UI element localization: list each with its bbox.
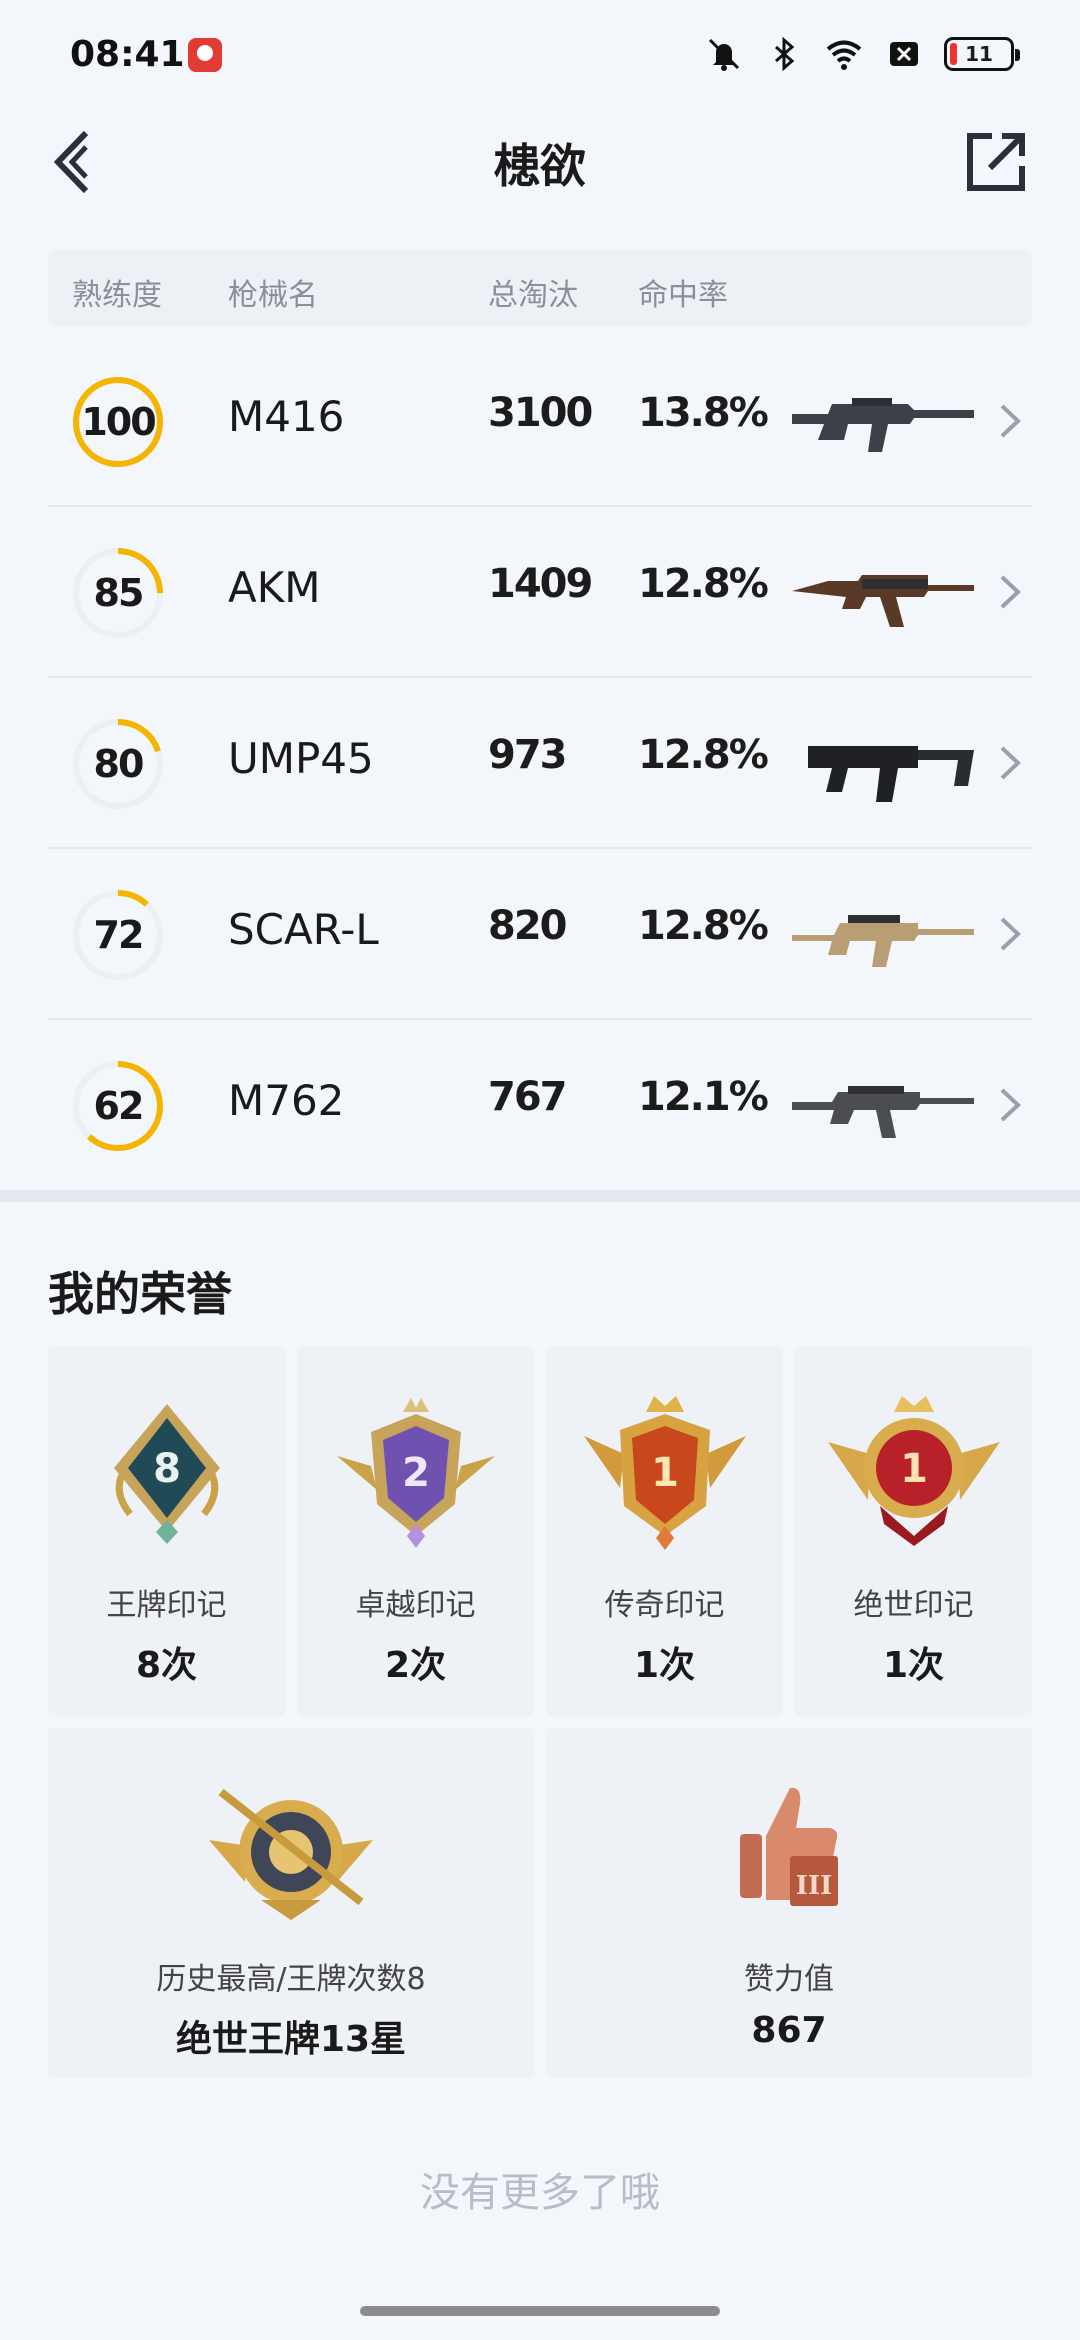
thumbs-up-icon: III bbox=[740, 1787, 838, 1906]
table-header: 熟练度 枪械名 总淘汰 命中率 bbox=[48, 250, 1032, 326]
honor-label: 传奇印记 bbox=[604, 1588, 725, 1623]
col-gun-name: 枪械名 bbox=[228, 278, 318, 313]
weapon-list: 100 M416 3100 13.8% 85 AKM 1409 12.8% 80 UMP45 973… bbox=[48, 336, 1032, 1191]
m762-rifle-image bbox=[792, 1086, 974, 1138]
total-kills: 3100 bbox=[488, 390, 593, 436]
ace-badge-icon: 8 bbox=[113, 1404, 220, 1544]
legend-badge-icon: 1 bbox=[583, 1396, 746, 1550]
gun-name: M762 bbox=[228, 1076, 345, 1125]
col-accuracy: 命中率 bbox=[638, 278, 728, 313]
honor-label: 绝世印记 bbox=[853, 1588, 974, 1623]
chevron-right-icon bbox=[1000, 404, 1021, 438]
section-divider bbox=[0, 1190, 1080, 1202]
accuracy: 12.8% bbox=[638, 732, 769, 778]
likes-label: 赞力值 bbox=[744, 1962, 834, 1997]
excellence-badge-number: 2 bbox=[402, 1450, 430, 1496]
no-more-text: 没有更多了哦 bbox=[420, 2170, 660, 2216]
accuracy: 12.8% bbox=[638, 561, 769, 607]
peerless-badge-number: 1 bbox=[900, 1446, 928, 1492]
chevron-right-icon bbox=[1000, 917, 1021, 951]
honor-card-legend[interactable]: 1 传奇印记 1次 bbox=[546, 1346, 783, 1716]
honor-count: 1次 bbox=[882, 1645, 945, 1686]
proficiency-value: 72 bbox=[93, 913, 145, 957]
page-title: 槵欲 bbox=[494, 139, 586, 193]
highest-rank-value: 绝世王牌13星 bbox=[175, 2019, 407, 2060]
honor-card-excellence[interactable]: 2 卓越印记 2次 bbox=[297, 1346, 534, 1716]
chevron-right-icon bbox=[1000, 746, 1021, 780]
weapon-row[interactable]: 85 AKM 1409 12.8% bbox=[48, 507, 1032, 678]
peerless-badge-icon: 1 bbox=[827, 1396, 1000, 1546]
honor-count: 8次 bbox=[135, 1645, 198, 1686]
honor-summary: 历史最高/王牌次数8 绝世王牌13星 III 赞力值 867 bbox=[48, 1728, 1032, 2078]
col-total-kills: 总淘汰 bbox=[488, 278, 578, 313]
likes-roman-numeral: III bbox=[796, 1871, 833, 1901]
akm-rifle-image bbox=[792, 575, 974, 627]
total-kills: 767 bbox=[488, 1074, 567, 1120]
header: 槵欲 bbox=[0, 110, 1080, 210]
gun-name: M416 bbox=[228, 392, 345, 441]
status-bar: 08:41 11 bbox=[0, 0, 1080, 110]
honor-card-ace[interactable]: 8 王牌印记 8次 bbox=[48, 1346, 285, 1716]
honor-badges: 8 王牌印记 8次 2 卓越印记 2次 1 传奇印记 1次 1 绝世印记 1次 bbox=[48, 1346, 1032, 1716]
rank-crest-icon bbox=[209, 1788, 373, 1920]
ump45-smg-image bbox=[808, 746, 974, 802]
total-kills: 1409 bbox=[488, 561, 593, 607]
honor-label: 卓越印记 bbox=[355, 1588, 476, 1623]
highest-rank-card[interactable]: 历史最高/王牌次数8 绝世王牌13星 bbox=[48, 1728, 534, 2078]
share-external-icon bbox=[967, 133, 1025, 191]
app-icon bbox=[188, 38, 222, 72]
weapon-row[interactable]: 62 M762 767 12.1% bbox=[48, 1020, 1032, 1191]
honors-title: 我的荣誉 bbox=[48, 1267, 232, 1321]
col-proficiency: 熟练度 bbox=[72, 278, 162, 313]
share-button[interactable] bbox=[956, 122, 1036, 202]
bluetooth-icon bbox=[775, 36, 795, 72]
chevron-right-icon bbox=[1000, 1088, 1021, 1122]
honor-count: 2次 bbox=[384, 1645, 447, 1686]
accuracy: 13.8% bbox=[638, 390, 769, 436]
wifi-icon bbox=[826, 40, 862, 70]
honor-label: 王牌印记 bbox=[106, 1588, 227, 1623]
proficiency-value: 80 bbox=[93, 742, 145, 786]
honor-card-peerless[interactable]: 1 绝世印记 1次 bbox=[795, 1346, 1032, 1716]
likes-card[interactable]: III 赞力值 867 bbox=[546, 1728, 1032, 2078]
honor-count: 1次 bbox=[633, 1645, 696, 1686]
weapon-row[interactable]: 100 M416 3100 13.8% bbox=[48, 336, 1032, 507]
status-icons: 11 bbox=[704, 30, 1020, 78]
accuracy: 12.1% bbox=[638, 1074, 769, 1120]
mute-icon bbox=[708, 38, 740, 71]
close-box-icon bbox=[890, 42, 918, 66]
proficiency-value: 100 bbox=[81, 400, 156, 444]
total-kills: 820 bbox=[488, 903, 567, 949]
weapon-row[interactable]: 72 SCAR-L 820 12.8% bbox=[48, 849, 1032, 1020]
legend-badge-number: 1 bbox=[651, 1450, 679, 1496]
chevron-right-icon bbox=[1000, 575, 1021, 609]
battery-level: 11 bbox=[965, 42, 993, 66]
gun-name: AKM bbox=[228, 563, 321, 612]
excellence-badge-icon: 2 bbox=[336, 1398, 495, 1548]
total-kills: 973 bbox=[488, 732, 567, 778]
proficiency-value: 62 bbox=[93, 1084, 145, 1128]
highest-rank-label: 历史最高/王牌次数8 bbox=[156, 1962, 426, 1997]
gun-name: UMP45 bbox=[228, 734, 374, 783]
accuracy: 12.8% bbox=[638, 903, 769, 949]
ace-badge-number: 8 bbox=[153, 1446, 181, 1492]
status-time: 08:41 bbox=[70, 34, 185, 75]
scar-l-rifle-image bbox=[792, 915, 974, 967]
likes-value: 867 bbox=[751, 2010, 827, 2051]
battery-icon: 11 bbox=[944, 37, 1020, 71]
weapon-row[interactable]: 80 UMP45 973 12.8% bbox=[48, 678, 1032, 849]
gun-name: SCAR-L bbox=[228, 905, 379, 954]
m416-rifle-image bbox=[792, 398, 974, 452]
proficiency-value: 85 bbox=[93, 571, 145, 615]
home-indicator[interactable] bbox=[360, 2306, 720, 2316]
